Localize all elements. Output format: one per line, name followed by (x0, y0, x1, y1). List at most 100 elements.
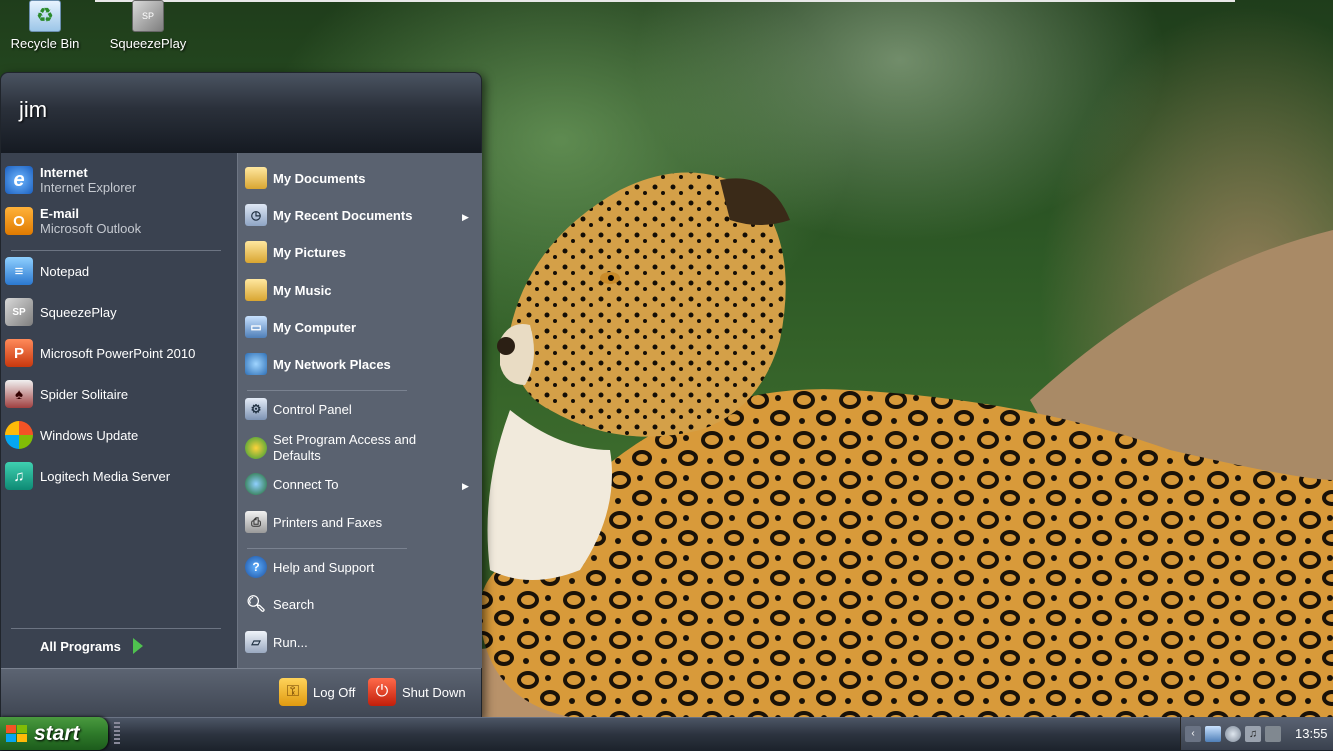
start-label: start (34, 721, 80, 745)
outlook-icon: O (5, 207, 33, 235)
speaker-icon[interactable] (1265, 725, 1281, 742)
recent-item-squeezeplay[interactable]: SP SqueezePlay (5, 298, 117, 326)
spider-solitaire-icon: ♠ (5, 380, 33, 408)
system-item-connect-to[interactable]: Connect To (245, 473, 339, 495)
place-item-my-documents[interactable]: My Documents (245, 167, 365, 189)
recent-item-label: Logitech Media Server (40, 468, 171, 484)
all-programs-label: All Programs (40, 638, 121, 654)
separator (247, 390, 407, 391)
pinned-item-title: Internet (40, 165, 88, 180)
help-item-label: Run... (273, 634, 308, 650)
pinned-item-subtitle: Internet Explorer (40, 180, 137, 195)
pinned-item-title: E-mail (40, 206, 80, 221)
separator (11, 250, 221, 251)
log-off-label: Log Off (313, 684, 356, 700)
place-item-my-recent-documents[interactable]: ◷ My Recent Documents (245, 204, 412, 226)
recent-item-label: Microsoft PowerPoint 2010 (40, 345, 196, 361)
log-off-button[interactable]: ⚿ Log Off (279, 678, 355, 706)
network-places-icon (245, 353, 267, 375)
system-item-printers-and-faxes[interactable]: ⎙ Printers and Faxes (245, 511, 382, 533)
separator (247, 548, 407, 549)
system-item-control-panel[interactable]: ⚙ Control Panel (245, 398, 352, 420)
separator (11, 628, 221, 629)
recent-item-notepad[interactable]: ≡ Notepad (5, 257, 89, 285)
submenu-arrow-icon: ▶ (462, 212, 469, 222)
magnifier-icon[interactable] (1225, 725, 1241, 742)
place-item-label: My Computer (273, 319, 357, 335)
internet-explorer-icon: e (5, 166, 33, 194)
music-icon[interactable]: ♫ (1245, 725, 1261, 742)
recent-item-label: Spider Solitaire (40, 386, 129, 402)
help-item-label: Help and Support (273, 559, 375, 575)
recent-item-logitech-media-server[interactable]: ♫ Logitech Media Server (5, 462, 170, 490)
system-item-program-defaults[interactable]: Set Program Access and Defaults (245, 432, 445, 464)
pinned-item-internet[interactable]: e Internet Internet Explorer (5, 165, 136, 195)
system-item-label: Set Program Access and Defaults (273, 432, 417, 463)
place-item-label: My Documents (273, 170, 366, 186)
shut-down-label: Shut Down (402, 684, 466, 700)
recent-item-label: SqueezePlay (40, 304, 117, 320)
start-menu-header: jim (1, 73, 481, 153)
taskbar (0, 717, 1333, 751)
help-icon: ? (245, 556, 267, 578)
desktop-icon-label: Recycle Bin (10, 36, 80, 51)
recent-item-label: Notepad (40, 263, 90, 279)
printer-icon: ⎙ (245, 511, 267, 533)
folder-pictures-icon (245, 241, 267, 263)
help-item-run[interactable]: ▱ Run... (245, 631, 308, 653)
pinned-item-subtitle: Microsoft Outlook (40, 221, 142, 236)
system-tray: ‹ ♫ 13:55 (1180, 717, 1333, 750)
start-button[interactable]: start (0, 717, 108, 750)
help-item-search[interactable]: 🔍︎ Search (245, 593, 314, 615)
recent-item-windows-update[interactable]: Windows Update (5, 421, 138, 449)
user-name: jim (19, 97, 48, 122)
notepad-icon: ≡ (5, 257, 33, 285)
start-menu: jim e Internet Internet Explorer O E-mai… (0, 72, 482, 719)
place-item-label: My Music (273, 282, 332, 298)
control-panel-icon: ⚙ (245, 398, 267, 420)
network-icon[interactable] (1205, 725, 1221, 742)
tray-expand-icon[interactable]: ‹ (1185, 725, 1201, 742)
system-item-label: Control Panel (273, 401, 352, 417)
desktop-icon-label: SqueezePlay (109, 36, 187, 51)
taskbar-grip[interactable] (114, 722, 120, 746)
computer-icon: ▭ (245, 316, 267, 338)
run-icon: ▱ (245, 631, 267, 653)
squeezeplay-icon: SP (132, 0, 164, 32)
place-item-my-pictures[interactable]: My Pictures (245, 241, 346, 263)
powerpoint-icon: P (5, 339, 33, 367)
place-item-label: My Network Places (273, 356, 391, 372)
program-defaults-icon (245, 437, 267, 459)
folder-documents-icon (245, 167, 267, 189)
power-icon: ⏻ (368, 678, 396, 706)
recent-item-powerpoint[interactable]: P Microsoft PowerPoint 2010 (5, 339, 195, 367)
arrow-right-icon (132, 638, 143, 654)
desktop-icon-squeezeplay[interactable]: SP SqueezePlay (103, 0, 193, 51)
all-programs-button[interactable]: All Programs (40, 638, 143, 654)
recent-item-spider-solitaire[interactable]: ♠ Spider Solitaire (5, 380, 128, 408)
connect-to-icon (245, 473, 267, 495)
key-icon: ⚿ (279, 678, 307, 706)
help-item-help-and-support[interactable]: ? Help and Support (245, 556, 374, 578)
help-item-label: Search (273, 596, 315, 612)
submenu-arrow-icon: ▶ (462, 481, 469, 491)
recent-documents-icon: ◷ (245, 204, 267, 226)
logitech-media-server-icon: ♫ (5, 462, 33, 490)
recent-item-label: Windows Update (40, 427, 139, 443)
windows-update-icon (5, 421, 33, 449)
folder-music-icon (245, 279, 267, 301)
place-item-label: My Pictures (273, 244, 346, 260)
place-item-my-music[interactable]: My Music (245, 279, 332, 301)
clock[interactable]: 13:55 (1295, 726, 1328, 741)
place-item-my-network-places[interactable]: My Network Places (245, 353, 391, 375)
recycle-bin-icon: ♻ (29, 0, 61, 32)
desktop-icon-recycle-bin[interactable]: ♻ Recycle Bin (0, 0, 90, 51)
place-item-my-computer[interactable]: ▭ My Computer (245, 316, 356, 338)
system-item-label: Connect To (273, 476, 339, 492)
search-icon: 🔍︎ (245, 596, 267, 613)
shut-down-button[interactable]: ⏻ Shut Down (368, 678, 466, 706)
squeezeplay-icon: SP (5, 298, 33, 326)
pinned-item-email[interactable]: O E-mail Microsoft Outlook (5, 206, 141, 236)
place-item-label: My Recent Documents (273, 207, 413, 223)
start-menu-left-pane: e Internet Internet Explorer O E-mail Mi… (1, 153, 237, 668)
